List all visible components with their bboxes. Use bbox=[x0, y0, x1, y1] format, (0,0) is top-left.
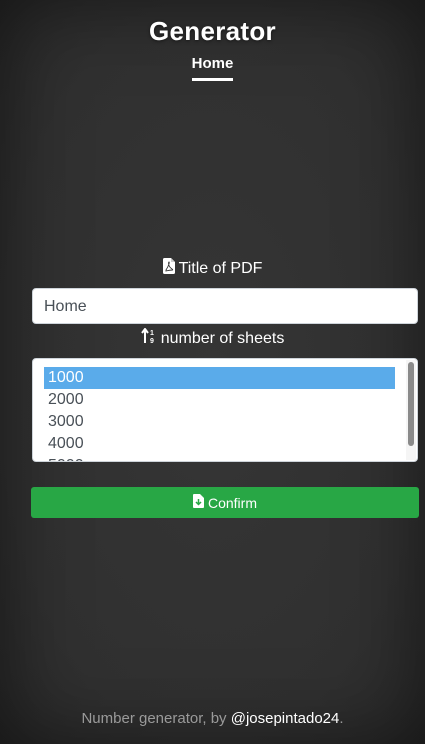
author-link[interactable]: @josepintado24 bbox=[231, 710, 340, 727]
sheets-option[interactable]: 5000 bbox=[44, 455, 395, 461]
nav-link-home[interactable]: Home bbox=[191, 55, 234, 81]
main-nav: Home bbox=[0, 55, 425, 81]
select-scrollbar[interactable] bbox=[406, 360, 416, 460]
sheets-label-row: 1 9 number of sheets bbox=[0, 328, 425, 349]
sheets-option[interactable]: 3000 bbox=[44, 411, 395, 433]
sheets-option[interactable]: 2000 bbox=[44, 389, 395, 411]
brand-title: Generator bbox=[149, 16, 276, 46]
sheets-select[interactable]: 1000 2000 3000 4000 5000 bbox=[32, 358, 418, 462]
svg-text:1: 1 bbox=[150, 330, 154, 337]
sort-numeric-icon: 1 9 bbox=[140, 328, 157, 349]
confirm-label: Confirm bbox=[207, 494, 257, 511]
select-scrollbar-thumb[interactable] bbox=[408, 362, 414, 446]
svg-text:9: 9 bbox=[150, 338, 154, 344]
footer: Number generator, by @josepintado24. bbox=[0, 710, 425, 727]
file-download-icon bbox=[192, 494, 204, 511]
file-pdf-icon bbox=[162, 258, 175, 279]
confirm-button[interactable]: Confirm bbox=[31, 487, 419, 518]
masthead: Generator Home bbox=[0, 16, 425, 81]
sheets-options-list: 1000 2000 3000 4000 5000 bbox=[44, 367, 395, 461]
sheets-option[interactable]: 4000 bbox=[44, 433, 395, 455]
sheets-option[interactable]: 1000 bbox=[44, 367, 395, 389]
pdf-title-label-row: Title of PDF bbox=[0, 258, 425, 279]
footer-prefix: Number generator, by bbox=[81, 710, 231, 727]
footer-suffix: . bbox=[339, 710, 344, 727]
sheets-label: number of sheets bbox=[160, 329, 285, 347]
pdf-title-input[interactable]: Home bbox=[32, 288, 418, 324]
pdf-title-label: Title of PDF bbox=[178, 259, 263, 277]
